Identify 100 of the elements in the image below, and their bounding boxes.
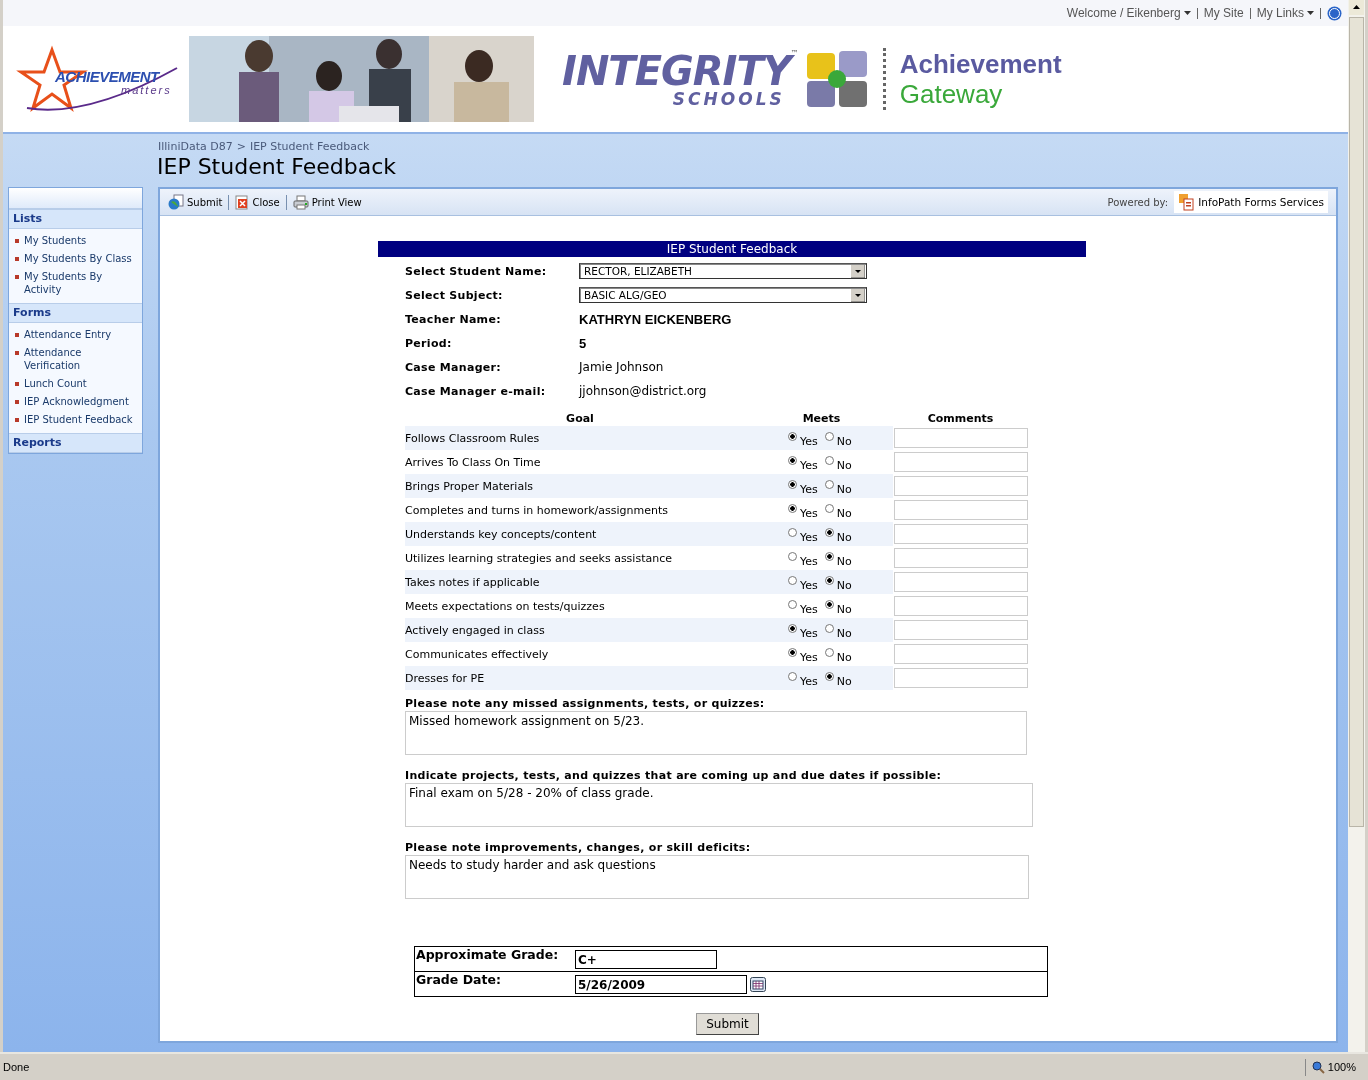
field-value: KATHRYN EICKENBERG (579, 311, 732, 327)
zoom-level[interactable]: 100% (1304, 1058, 1364, 1076)
dropdown-arrow-icon (851, 288, 865, 302)
select-dropdown[interactable]: RECTOR, ELIZABETH (579, 263, 867, 279)
bullet-icon (15, 382, 19, 386)
infopath-badge[interactable]: InfoPath Forms Services (1174, 191, 1328, 213)
radio-label: No (836, 506, 852, 520)
radio-button[interactable] (788, 480, 797, 489)
radio-label: No (836, 674, 852, 688)
comment-field[interactable] (894, 428, 1028, 448)
bullet-icon (15, 418, 19, 422)
goal-label: Dresses for PE (405, 666, 785, 690)
radio-button[interactable] (824, 432, 834, 441)
comment-field[interactable] (894, 596, 1028, 616)
sidebar-link[interactable]: My Students (24, 234, 87, 247)
field-value: jjohnson@district.org (579, 384, 707, 398)
sidebar-link[interactable]: Attendance Entry (24, 328, 112, 341)
field-label: Case Manager: (405, 360, 502, 374)
question-label: Please note improvements, changes, or skill deficits: (405, 841, 752, 854)
goal-label: Utilizes learning strategies and seeks assistance (405, 550, 673, 567)
comment-field[interactable] (894, 668, 1028, 688)
radio-button[interactable] (788, 432, 797, 441)
question-label: Indicate projects, tests, and quizzes that are coming up and due dates if possible: (405, 769, 943, 782)
sidebar-link[interactable]: Attendance Verification (24, 346, 138, 372)
comment-field[interactable] (894, 548, 1028, 568)
sidebar-link[interactable]: My Students By Class (24, 252, 132, 265)
sidebar-heading[interactable]: Forms (9, 303, 142, 323)
radio-button[interactable] (824, 480, 834, 489)
text-area[interactable]: Missed homework assignment on 5/23. (405, 711, 1027, 755)
top-link[interactable]: Welcome / Eikenberg (1066, 6, 1191, 20)
radio-button[interactable] (788, 624, 797, 633)
select-dropdown[interactable]: BASIC ALG/GEO (579, 287, 867, 303)
sidebar-link[interactable]: IEP Student Feedback (24, 413, 133, 426)
radio-label: Yes (800, 602, 818, 616)
toolbar-button[interactable]: Print View (292, 194, 362, 210)
radio-label: Yes (800, 578, 818, 592)
radio-button[interactable] (824, 576, 834, 585)
radio-button[interactable] (824, 600, 834, 609)
bullet-icon (15, 257, 19, 261)
field-label: Grade Date: (415, 972, 502, 987)
radio-button[interactable] (824, 672, 834, 681)
goal-label: Meets expectations on tests/quizzes (405, 598, 606, 615)
toolbar-button[interactable]: Submit (168, 194, 223, 210)
top-link[interactable]: My Site (1203, 6, 1244, 20)
submit-button[interactable]: Submit (696, 1013, 759, 1035)
goal-label: Completes and turns in homework/assignments (405, 502, 669, 519)
comment-field[interactable] (894, 572, 1028, 592)
radio-label: No (836, 554, 852, 568)
radio-button[interactable] (824, 504, 834, 513)
field-value: Jamie Johnson (579, 360, 664, 374)
radio-button[interactable] (788, 504, 797, 513)
help-icon[interactable] (1327, 5, 1342, 21)
comment-field[interactable] (894, 452, 1028, 472)
comment-field[interactable] (894, 500, 1028, 520)
radio-button[interactable] (788, 528, 797, 537)
input-field[interactable]: C+ (575, 949, 717, 969)
radio-button[interactable] (788, 456, 797, 465)
bullet-icon (15, 239, 19, 243)
top-link[interactable]: My Links (1256, 6, 1314, 20)
bullet-icon (15, 351, 19, 355)
radio-button[interactable] (788, 672, 797, 681)
radio-label: Yes (800, 434, 818, 448)
radio-button[interactable] (788, 648, 797, 657)
comment-field[interactable] (894, 644, 1028, 664)
radio-button[interactable] (824, 528, 834, 537)
sidebar-link[interactable]: My Students By Activity (24, 270, 138, 296)
radio-button[interactable] (788, 576, 797, 585)
radio-button[interactable] (824, 456, 834, 465)
sidebar-heading[interactable]: Lists (9, 209, 142, 229)
radio-button[interactable] (788, 600, 797, 609)
radio-label: Yes (800, 674, 818, 688)
sidebar-link[interactable]: IEP Acknowledgment (24, 395, 129, 408)
text-area[interactable]: Needs to study harder and ask questions (405, 855, 1029, 899)
radio-label: No (836, 578, 852, 592)
radio-button[interactable] (788, 552, 797, 561)
calendar-icon[interactable] (750, 976, 766, 992)
sidebar-link[interactable]: Lunch Count (24, 377, 87, 390)
sidebar-heading[interactable]: Reports (9, 433, 142, 453)
radio-label: Yes (800, 554, 818, 568)
column-header: Goal (565, 412, 595, 426)
radio-button[interactable] (824, 624, 834, 633)
breadcrumb-link[interactable]: IlliniData D87 (158, 140, 233, 153)
squares-logo-icon (804, 49, 869, 109)
goal-label: Communicates effectively (405, 646, 550, 663)
comment-field[interactable] (894, 476, 1028, 496)
scroll-up-icon[interactable] (1349, 0, 1364, 15)
breadcrumb-current: IEP Student Feedback (249, 140, 370, 153)
text-area[interactable]: Final exam on 5/28 - 20% of class grade. (405, 783, 1033, 827)
comment-field[interactable] (894, 524, 1028, 544)
scrollbar[interactable] (1348, 0, 1365, 1052)
comment-field[interactable] (894, 620, 1028, 640)
dropdown-arrow-icon (851, 264, 865, 278)
toolbar-button[interactable]: Close (235, 194, 280, 210)
field-label: Case Manager e-mail: (405, 384, 547, 398)
radio-button[interactable] (824, 552, 834, 561)
column-header: Meets (801, 412, 842, 426)
radio-button[interactable] (824, 648, 834, 657)
field-label: Approximate Grade: (415, 947, 560, 962)
breadcrumb-separator: > (236, 140, 246, 153)
input-field[interactable]: 5/26/2009 (575, 974, 747, 994)
